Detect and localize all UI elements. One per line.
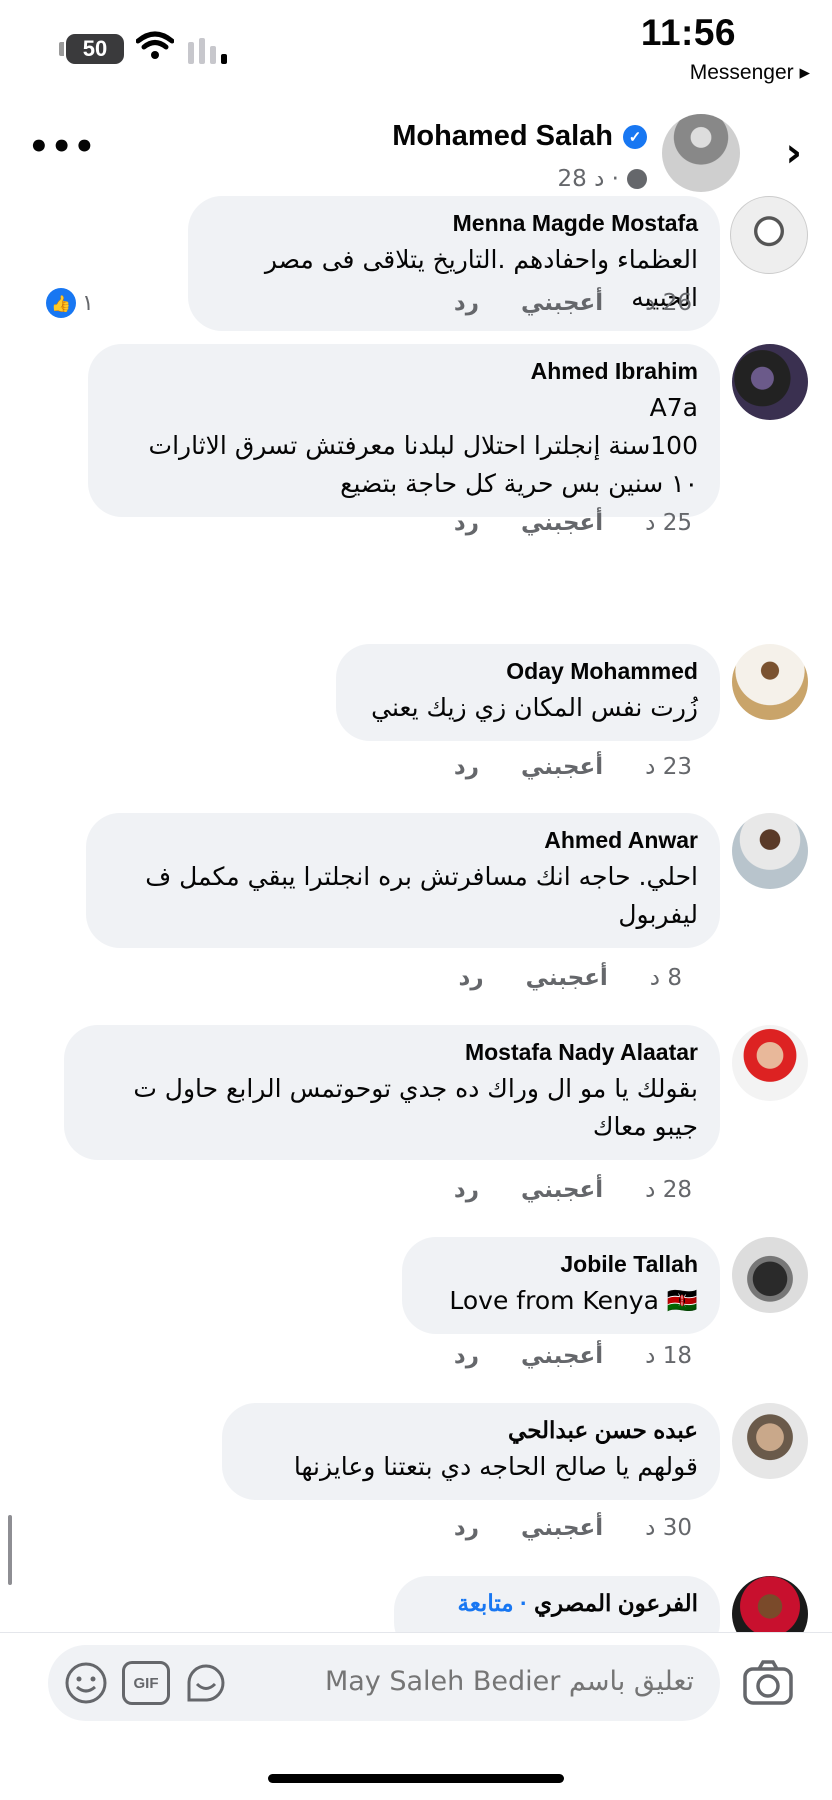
comment-time: 26 د [645, 290, 692, 316]
reply-button[interactable]: رد [454, 754, 479, 780]
reply-button[interactable]: رد [454, 290, 479, 316]
comment: الفرعون المصري · متابعة [0, 1576, 832, 1632]
comment-bubble[interactable]: Oday Mohammed زُرت نفس المكان زي زيك يعن… [336, 644, 720, 741]
scrollbar[interactable] [8, 1515, 12, 1585]
commenter-name[interactable]: Jobile Tallah [424, 1251, 698, 1278]
comment-time: 25 د [645, 510, 692, 536]
reply-button[interactable]: رد [454, 1343, 479, 1369]
avatar[interactable] [732, 1403, 808, 1479]
avatar[interactable] [732, 344, 808, 420]
comment-composer-bar: GIF [0, 1632, 832, 1763]
post-meta: 28 د · [558, 166, 647, 192]
comment-actions: 8 د أعجبني رد [459, 965, 682, 991]
clock: 11:56 [640, 12, 736, 53]
avatar[interactable] [662, 114, 740, 192]
comment-actions: 30 د أعجبني رد [454, 1515, 692, 1541]
comment-actions: 23 د أعجبني رد [454, 754, 692, 780]
comment-composer[interactable]: GIF [48, 1645, 720, 1721]
more-icon[interactable]: ••• [28, 130, 96, 164]
reply-button[interactable]: رد [454, 1515, 479, 1541]
avatar[interactable] [730, 196, 808, 274]
comment-actions: 28 د أعجبني رد [454, 1177, 692, 1203]
author-name: Mohamed Salah [392, 120, 613, 152]
like-button[interactable]: أعجبني [521, 290, 603, 316]
commenter-name[interactable]: Oday Mohammed [358, 658, 698, 685]
reply-button[interactable]: رد [454, 510, 479, 536]
like-button[interactable]: أعجبني [521, 1177, 603, 1203]
like-button[interactable]: أعجبني [526, 965, 608, 991]
comment-text: A7a 100سنة إنجلترا احتلال لبلدنا معرفتش … [148, 393, 698, 498]
like-button[interactable]: أعجبني [521, 1343, 603, 1369]
battery-level: 50 [82, 36, 108, 61]
comment-bubble[interactable]: Ahmed Ibrahim A7a 100سنة إنجلترا احتلال … [88, 344, 720, 517]
gif-label: GIF [122, 1661, 170, 1705]
chevron-right-icon[interactable]: › [786, 130, 802, 176]
comment-bubble[interactable]: عبده حسن عبدالحي قولهم يا صالح الحاجه دي… [222, 1403, 720, 1500]
commenter-name[interactable]: عبده حسن عبدالحي [244, 1417, 698, 1444]
comment-bubble[interactable]: Mostafa Nady Alaatar بقولك يا مو ال وراك… [64, 1025, 720, 1160]
comment-bubble[interactable]: Jobile Tallah Love from Kenya 🇰🇪 [402, 1237, 720, 1334]
comment-time: 28 د [645, 1177, 692, 1203]
like-button[interactable]: أعجبني [521, 754, 603, 780]
comment-input[interactable] [282, 1665, 696, 1698]
battery-icon: 50 [59, 34, 124, 64]
commenter-name[interactable]: الفرعون المصري [534, 1590, 698, 1616]
post-time: 28 د · [557, 166, 619, 192]
commenter-name-row: الفرعون المصري · متابعة [416, 1590, 699, 1617]
home-indicator [268, 1774, 564, 1783]
wifi-icon [136, 31, 174, 59]
comment-actions: 26 د أعجبني رد [454, 290, 692, 316]
camera-icon[interactable] [742, 1659, 794, 1711]
comment-text: احلي. حاجه انك مسافرتش بره انجلترا يبقي … [145, 862, 698, 929]
gif-icon[interactable]: GIF [122, 1659, 170, 1707]
comment-time: 30 د [645, 1515, 692, 1541]
commenter-name[interactable]: Mostafa Nady Alaatar [86, 1039, 698, 1066]
comment-text: قولهم يا صالح الحاجه دي بتعتنا وعايزنها [293, 1452, 698, 1481]
comment-time: 23 د [645, 754, 692, 780]
reply-button[interactable]: رد [454, 1177, 479, 1203]
like-button[interactable]: أعجبني [521, 1515, 603, 1541]
signal-icon [188, 36, 227, 64]
commenter-name[interactable]: Ahmed Ibrahim [110, 358, 698, 385]
reaction-count[interactable]: 👍 ١ [46, 288, 94, 318]
avatar[interactable] [732, 1025, 808, 1101]
like-button[interactable]: أعجبني [521, 510, 603, 536]
comment-text: زُرت نفس المكان زي زيك يعني [371, 693, 698, 722]
back-to-messenger-link[interactable]: Messenger ▸ [690, 60, 810, 85]
verified-icon: ✓ [623, 124, 647, 149]
post-author[interactable]: Mohamed Salah ✓ [392, 120, 647, 153]
avatar[interactable] [732, 1237, 808, 1313]
post-header: ••• Mohamed Salah ✓ 28 د · › [0, 100, 832, 210]
globe-icon [627, 169, 647, 189]
avatar[interactable] [732, 644, 808, 720]
comment-time: 18 د [645, 1343, 692, 1369]
reaction-number: ١ [82, 290, 94, 316]
like-icon: 👍 [46, 288, 76, 318]
commenter-name[interactable]: Ahmed Anwar [108, 827, 698, 854]
comment-actions: 18 د أعجبني رد [454, 1343, 692, 1369]
sticker-icon[interactable] [182, 1659, 230, 1707]
follow-button[interactable]: · متابعة [458, 1590, 528, 1616]
commenter-name[interactable]: Menna Magde Mostafa [210, 210, 698, 237]
comment-time: 8 د [649, 965, 682, 991]
comment-bubble[interactable]: الفرعون المصري · متابعة [394, 1576, 720, 1632]
avatar[interactable] [732, 1576, 808, 1632]
avatar[interactable] [732, 813, 808, 889]
reply-button[interactable]: رد [459, 965, 484, 991]
comment-text: بقولك يا مو ال وراك ده جدي توحوتمس الراب… [133, 1074, 698, 1141]
status-bar: 50 11:56 Messenger ▸ [0, 0, 832, 92]
comment-actions: 25 د أعجبني رد [454, 510, 692, 536]
comment-bubble[interactable]: Ahmed Anwar احلي. حاجه انك مسافرتش بره ا… [86, 813, 720, 948]
comment-text: Love from Kenya 🇰🇪 [449, 1286, 698, 1315]
emoji-icon[interactable] [62, 1659, 110, 1707]
